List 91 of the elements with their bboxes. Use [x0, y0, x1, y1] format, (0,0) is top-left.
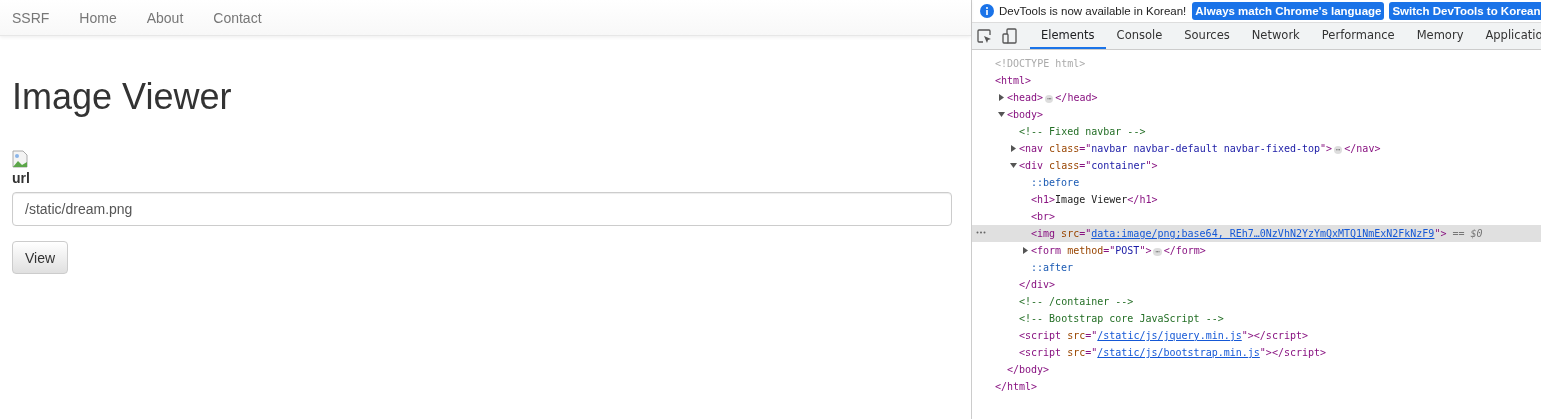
code-tag: <html> — [995, 75, 1032, 86]
code-tag: </head> — [1055, 91, 1098, 103]
code-tag: =" — [1085, 347, 1098, 358]
infobar-button[interactable]: Always match Chrome's language — [1192, 2, 1385, 20]
devtools-tab[interactable]: Performance — [1310, 23, 1406, 49]
code-doctype: <!DOCTYPE html> — [995, 58, 1086, 69]
nav-link[interactable]: Home — [79, 9, 117, 26]
devtools-tab[interactable]: Network — [1240, 23, 1311, 49]
device-toolbar-icon[interactable] — [1002, 28, 1017, 44]
code-tag: <img — [1031, 228, 1062, 239]
devtools-tab[interactable]: Sources — [1173, 23, 1241, 49]
code-attr: src — [1067, 347, 1086, 358]
code-tag: <body> — [1007, 109, 1044, 120]
code-tag: =" — [1085, 330, 1098, 341]
code-tag: <div — [1019, 160, 1050, 171]
code-tag: "></script> — [1259, 347, 1327, 358]
code-tag: <nav — [1019, 142, 1050, 154]
code-tag: </nav> — [1344, 142, 1381, 154]
dom-node-row[interactable]: ::before — [972, 174, 1541, 191]
brand-link[interactable]: SSRF — [12, 9, 50, 26]
code-attr: class — [1049, 142, 1080, 154]
code-tag: </body> — [1007, 364, 1050, 375]
code-attr: class — [1049, 160, 1080, 171]
code-tag: </h1> — [1127, 194, 1158, 205]
broken-image-icon — [12, 150, 28, 168]
dom-node-row[interactable]: <img src="data:image/png;base64, REh7…0NzVhN2YzYmQxMTQ1NmExN2FkNzF9"> == $0 — [972, 225, 1541, 242]
dom-node-row[interactable]: <h1>Image Viewer</h1> — [972, 191, 1541, 208]
collapsed-triangle-icon[interactable] — [998, 94, 1005, 101]
code-pseudo: ::after — [1031, 262, 1074, 273]
code-tag: <script — [1019, 347, 1068, 358]
code-link[interactable]: data:image/png;base64, REh7…0NzVhN2YzYmQxMTQ1NmExN2FkNzF9 — [1091, 228, 1435, 239]
code-tag: "> — [1434, 228, 1447, 239]
dom-node-row[interactable]: <html> — [972, 72, 1541, 89]
code-tag: <head> — [1007, 91, 1044, 103]
code-tag: <h1> — [1031, 194, 1056, 205]
code-value: container — [1091, 160, 1146, 171]
dom-node-row[interactable]: <script src="/static/js/bootstrap.min.js"></script> — [972, 344, 1541, 361]
devtools-tab[interactable]: Console — [1105, 23, 1174, 49]
more-dots-icon[interactable] — [976, 231, 986, 234]
info-icon — [980, 4, 994, 18]
code-tag: </html> — [995, 381, 1038, 392]
dom-node-row[interactable]: <script src="/static/js/jquery.min.js"></script> — [972, 327, 1541, 344]
infobar-button[interactable]: Switch DevTools to Korean — [1389, 2, 1541, 20]
url-field[interactable]: /static/dream.png — [12, 192, 952, 226]
code-comment: <!-- Fixed navbar --> — [1019, 126, 1146, 137]
dom-node-row[interactable]: <!-- /container --> — [972, 293, 1541, 310]
dom-node-row[interactable]: <!-- Bootstrap core JavaScript --> — [972, 310, 1541, 327]
dom-node-row[interactable]: <br> — [972, 208, 1541, 225]
code-tag: "> — [1320, 142, 1333, 154]
code-tag: <form — [1031, 244, 1068, 256]
code-attr: src — [1061, 228, 1080, 239]
code-tag: </form> — [1163, 244, 1206, 256]
code-attr: method — [1067, 244, 1104, 256]
collapsed-triangle-icon[interactable] — [1022, 247, 1029, 254]
code-comment: <!-- /container --> — [1019, 296, 1134, 307]
field-label: url — [12, 170, 30, 186]
code-pseudo: ::before — [1031, 177, 1080, 188]
code-text: Image Viewer — [1055, 194, 1128, 205]
expanded-triangle-icon[interactable] — [998, 111, 1005, 118]
expanded-triangle-icon[interactable] — [1010, 162, 1017, 169]
code-tag: "> — [1145, 160, 1158, 171]
code-link[interactable]: /static/js/jquery.min.js — [1097, 330, 1242, 341]
code-tag: =" — [1079, 228, 1092, 239]
code-tag: "> — [1139, 244, 1152, 256]
devtools-tab[interactable]: Memory — [1405, 23, 1475, 49]
nav-link[interactable]: Contact — [213, 9, 262, 26]
infobar-message: DevTools is now available in Korean! — [999, 5, 1187, 17]
devtools-tab[interactable]: Elements — [1030, 23, 1106, 49]
code-tag: =" — [1079, 142, 1092, 154]
page-title: Image Viewer — [12, 76, 233, 118]
code-value: POST — [1115, 244, 1140, 256]
view-button[interactable]: View — [12, 241, 69, 274]
code-tag: =" — [1103, 244, 1116, 256]
nav-link[interactable]: About — [146, 9, 184, 26]
code-value: navbar navbar-default navbar-fixed-top — [1091, 142, 1321, 154]
code-tag: </div> — [1019, 279, 1056, 290]
collapsed-triangle-icon[interactable] — [1010, 145, 1017, 152]
code-link[interactable]: /static/js/bootstrap.min.js — [1097, 347, 1260, 358]
code-attr: src — [1067, 330, 1086, 341]
inspect-element-icon[interactable] — [977, 28, 992, 44]
selected-node-ref: == $0 — [1452, 228, 1483, 239]
code-tag: =" — [1079, 160, 1092, 171]
dom-node-row[interactable]: <body> — [972, 106, 1541, 123]
dom-node-row[interactable]: ::after — [972, 259, 1541, 276]
dom-node-row[interactable]: <!-- Fixed navbar --> — [972, 123, 1541, 140]
code-tag: <script — [1019, 330, 1068, 341]
code-tag: <br> — [1031, 211, 1056, 222]
dom-node-row[interactable]: <div class="container"> — [972, 157, 1541, 174]
devtools-tab[interactable]: Applicatio — [1474, 23, 1541, 49]
code-tag: "></script> — [1241, 330, 1308, 341]
code-comment: <!-- Bootstrap core JavaScript --> — [1019, 313, 1224, 324]
